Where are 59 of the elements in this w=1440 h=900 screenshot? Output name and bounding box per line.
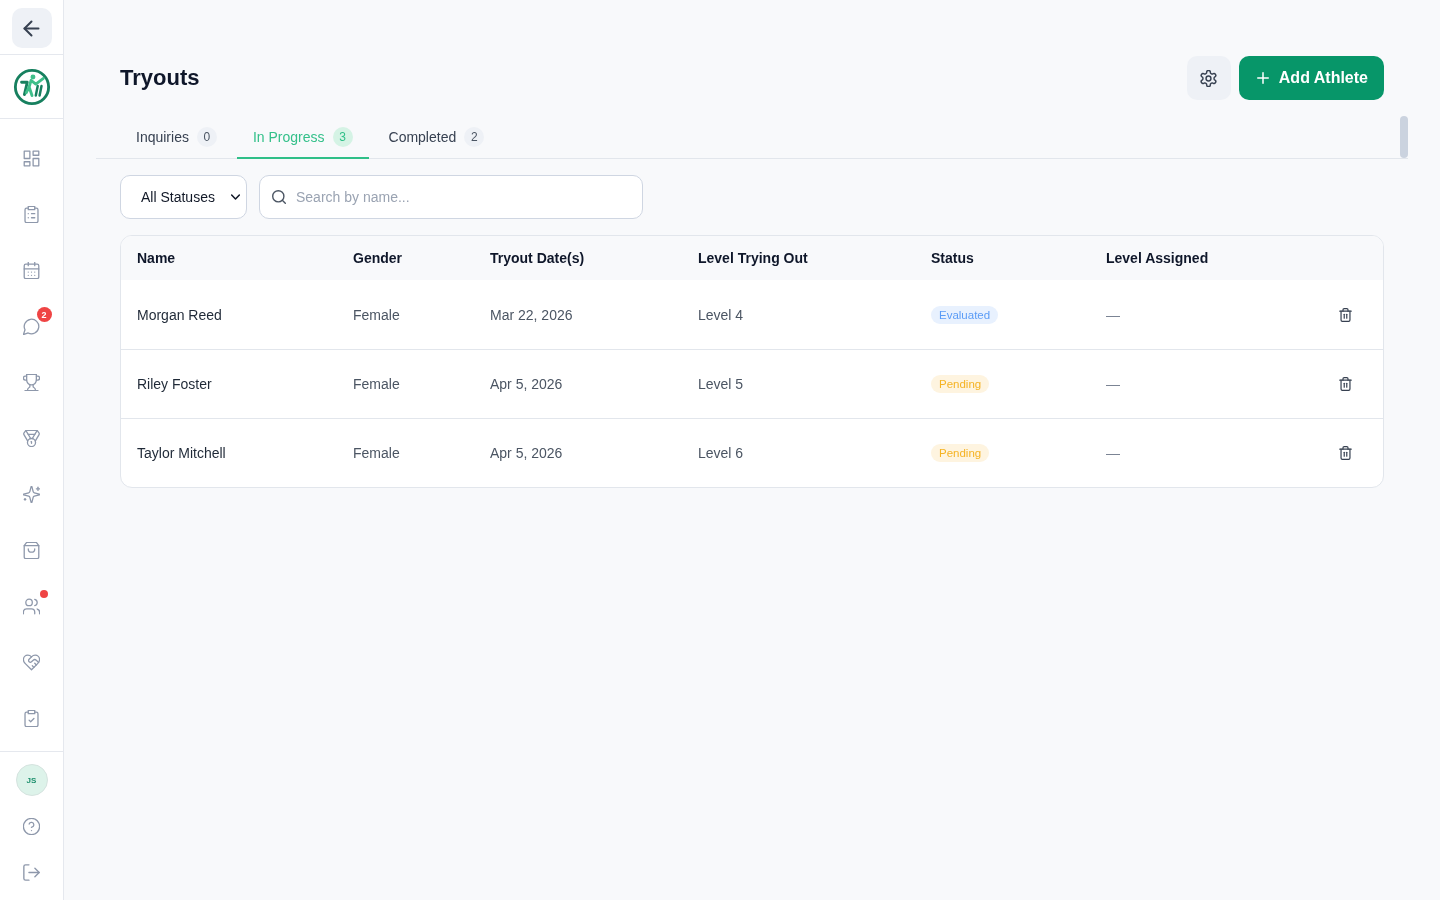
column-header: Level Assigned xyxy=(1105,250,1210,266)
sparkles-icon[interactable] xyxy=(23,485,40,503)
help-icon[interactable] xyxy=(23,817,40,835)
trash-icon[interactable] xyxy=(1338,307,1352,322)
shopping-bag-icon[interactable] xyxy=(23,541,40,559)
table-cell: Riley Foster xyxy=(137,376,212,392)
heart-handshake-icon[interactable] xyxy=(23,653,40,671)
column-header: Status xyxy=(930,250,975,266)
tab[interactable]: Completed 2 xyxy=(372,116,501,159)
back-button[interactable] xyxy=(11,8,52,48)
table-cell: Level 5 xyxy=(698,376,744,392)
user-avatar[interactable]: JS xyxy=(15,764,48,796)
table-cell: — xyxy=(1106,376,1120,392)
plus-icon xyxy=(1256,72,1269,84)
table-cell: Taylor Mitchell xyxy=(137,445,226,461)
settings-icon xyxy=(1200,69,1218,87)
status-badge: Pending xyxy=(931,375,990,393)
table-cell: Morgan Reed xyxy=(137,306,222,323)
column-header: Name xyxy=(136,250,177,266)
column-header: Gender xyxy=(352,250,403,266)
table-cell: Level 6 xyxy=(698,445,744,461)
column-header: Level Trying Out xyxy=(697,250,809,266)
logout-icon[interactable] xyxy=(23,863,40,881)
dashboard-icon[interactable] xyxy=(23,149,40,167)
table-cell: — xyxy=(1106,306,1120,323)
add-athlete-button[interactable]: Add Athlete xyxy=(1238,56,1384,100)
settings-button[interactable] xyxy=(1186,56,1231,100)
trash-icon[interactable] xyxy=(1338,377,1352,391)
table-cell: Apr 5, 2026 xyxy=(490,376,563,392)
tab[interactable]: Inquiries 0 xyxy=(120,116,233,159)
page-title: Tryouts xyxy=(120,65,200,91)
calendar-icon[interactable] xyxy=(23,261,40,279)
count-badge: 0 xyxy=(196,126,217,147)
clipboard-list-icon[interactable] xyxy=(23,205,40,223)
search-icon xyxy=(272,190,286,204)
clipboard-check-icon[interactable] xyxy=(23,709,40,727)
table-cell: Level 4 xyxy=(698,306,744,323)
count-badge: 2 xyxy=(464,126,485,147)
notification-badge: 2 xyxy=(36,307,52,322)
table-cell: Apr 5, 2026 xyxy=(490,445,563,461)
app-logo[interactable] xyxy=(12,67,51,106)
status-badge: Evaluated xyxy=(931,305,999,324)
trash-icon[interactable] xyxy=(1338,446,1352,460)
trophy-icon[interactable] xyxy=(23,373,40,391)
chat-bubble-icon[interactable] xyxy=(23,317,40,335)
status-badge: Pending xyxy=(931,444,990,462)
table-cell: Female xyxy=(353,306,400,323)
table-cell: Female xyxy=(353,445,400,461)
table-cell: Female xyxy=(353,376,400,392)
chevron-down-icon xyxy=(231,194,240,200)
medal-icon[interactable] xyxy=(23,429,40,447)
scrollbar-thumb[interactable] xyxy=(1400,116,1408,158)
search-field[interactable]: Search by name... xyxy=(259,175,643,219)
table-cell: Mar 22, 2026 xyxy=(490,306,573,323)
column-header: Tryout Date(s) xyxy=(489,250,586,266)
table-cell: — xyxy=(1106,445,1120,461)
users-icon[interactable] xyxy=(23,597,40,615)
count-badge: 3 xyxy=(332,126,353,147)
status-filter-dropdown[interactable]: All Statuses xyxy=(120,175,247,219)
